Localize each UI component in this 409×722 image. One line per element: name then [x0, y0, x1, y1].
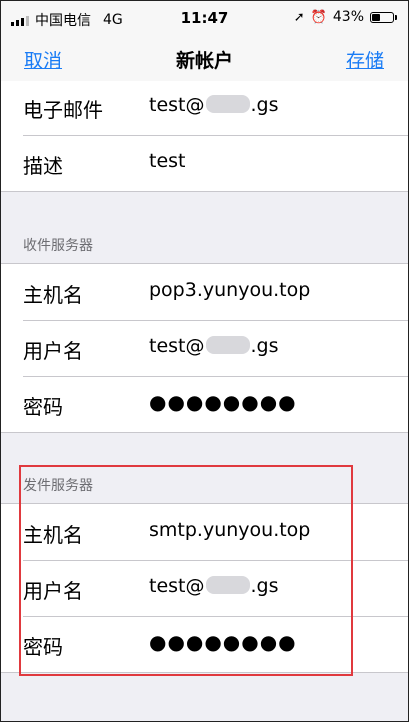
email-suffix: .gs — [250, 94, 279, 116]
email-row[interactable]: 电子邮件 test@ .gs — [1, 81, 408, 135]
email-label: 电子邮件 — [23, 98, 103, 122]
location-icon: ➚ — [293, 9, 305, 25]
incoming-user-label: 用户名 — [23, 339, 83, 363]
outgoing-host-label: 主机名 — [23, 523, 83, 547]
incoming-user-row[interactable]: 用户名 test@ .gs — [1, 320, 408, 376]
redacted-blur — [205, 336, 250, 354]
incoming-password-field[interactable]: ●●●●●●●● — [149, 390, 297, 414]
email-prefix: test@ — [149, 94, 205, 116]
status-bar: 中国电信 4G 11:47 ➚ ⏰ 43% — [1, 1, 408, 35]
incoming-host-label: 主机名 — [23, 283, 83, 307]
outgoing-password-label: 密码 — [23, 635, 63, 659]
description-row[interactable]: 描述 test — [1, 135, 408, 191]
navigation-bar: 取消 新帐户 存储 — [1, 35, 408, 82]
outgoing-host-field[interactable]: smtp.yunyou.top — [149, 519, 310, 541]
redacted-blur — [205, 576, 250, 594]
redacted-blur — [205, 95, 250, 113]
save-button[interactable]: 存储 — [346, 46, 384, 73]
incoming-server-group: 主机名 pop3.yunyou.top 用户名 test@ .gs 密码 ●●●●… — [1, 263, 408, 433]
battery-icon — [370, 11, 397, 23]
incoming-host-row[interactable]: 主机名 pop3.yunyou.top — [1, 264, 408, 320]
outgoing-user-row[interactable]: 用户名 test@ .gs — [1, 560, 408, 616]
incoming-user-field[interactable]: test@ .gs — [149, 335, 279, 357]
description-label: 描述 — [23, 154, 63, 178]
outgoing-server-header: 发件服务器 — [23, 478, 93, 494]
outgoing-server-group: 主机名 smtp.yunyou.top 用户名 test@ .gs 密码 ●●●●… — [1, 503, 408, 673]
incoming-user-prefix: test@ — [149, 335, 205, 357]
outgoing-user-suffix: .gs — [250, 575, 279, 597]
battery-percent: 43% — [332, 9, 364, 25]
incoming-password-row[interactable]: 密码 ●●●●●●●● — [1, 376, 408, 432]
status-right: ➚ ⏰ 43% — [293, 9, 397, 25]
email-field[interactable]: test@ .gs — [149, 94, 279, 116]
incoming-server-header: 收件服务器 — [23, 238, 93, 254]
outgoing-password-field[interactable]: ●●●●●●●● — [149, 630, 297, 654]
incoming-user-suffix: .gs — [250, 335, 279, 357]
description-field[interactable]: test — [149, 150, 186, 172]
outgoing-password-row[interactable]: 密码 ●●●●●●●● — [1, 616, 408, 672]
outgoing-user-prefix: test@ — [149, 575, 205, 597]
screen: 中国电信 4G 11:47 ➚ ⏰ 43% 取消 新帐户 存储 电子邮件 tes… — [0, 0, 409, 722]
outgoing-user-label: 用户名 — [23, 579, 83, 603]
battery-level — [372, 13, 381, 21]
outgoing-host-row[interactable]: 主机名 smtp.yunyou.top — [1, 504, 408, 560]
incoming-password-label: 密码 — [23, 395, 63, 419]
outgoing-user-field[interactable]: test@ .gs — [149, 575, 279, 597]
incoming-host-field[interactable]: pop3.yunyou.top — [149, 279, 310, 301]
alarm-icon: ⏰ — [310, 9, 327, 25]
account-group: 电子邮件 test@ .gs 描述 test — [1, 81, 408, 192]
